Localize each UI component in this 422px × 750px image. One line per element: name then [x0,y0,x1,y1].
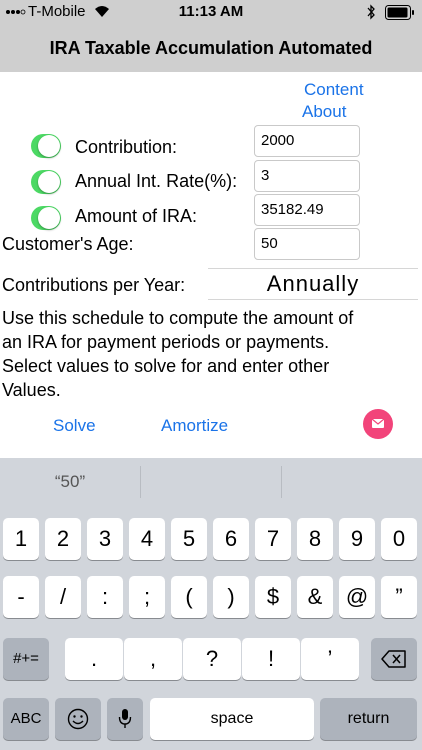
symbols-key[interactable]: #+= [3,638,49,680]
key-quote[interactable]: ” [381,576,417,618]
key-at[interactable]: @ [339,576,375,618]
suggestion-divider [281,466,282,498]
key-8[interactable]: 8 [297,518,333,560]
status-bar: T-Mobile 11:13 AM [0,0,422,26]
contribution-label: Contribution: [75,137,178,157]
backspace-key[interactable] [371,638,417,680]
key-comma[interactable]: , [124,638,182,680]
key-2[interactable]: 2 [45,518,81,560]
key-7[interactable]: 7 [255,518,291,560]
key-hyphen[interactable]: - [3,576,39,618]
key-9[interactable]: 9 [339,518,375,560]
key-exclamation[interactable]: ! [242,638,300,680]
key-ampersand[interactable]: & [297,576,333,618]
email-button[interactable] [363,409,393,439]
description-line: an IRA for payment periods or payments. [2,332,330,352]
contribution-field[interactable]: 2000 [254,125,360,157]
amount-field[interactable]: 35182.49 [254,194,360,226]
key-6[interactable]: 6 [213,518,249,560]
abc-key[interactable]: ABC [3,698,49,740]
key-period[interactable]: . [65,638,123,680]
description-line: Values. [2,380,61,400]
rate-label: Annual Int. Rate(%): [75,171,238,191]
key-semicolon[interactable]: ; [129,576,165,618]
toggle-knob [38,135,60,157]
description-line: Use this schedule to compute the amount … [2,308,354,328]
key-0[interactable]: 0 [381,518,417,560]
solve-button[interactable]: Solve [53,416,96,436]
per-year-value: Annually [266,271,360,296]
amount-label: Amount of IRA: [75,206,198,226]
bluetooth-icon [367,4,375,20]
per-year-picker[interactable]: Annually [208,268,418,300]
key-question[interactable]: ? [183,638,241,680]
key-apostrophe[interactable]: ’ [301,638,359,680]
backspace-icon [381,650,406,668]
age-label: Customer's Age: [2,234,134,254]
key-3[interactable]: 3 [87,518,123,560]
emoji-key[interactable] [55,698,101,740]
page-title: IRA Taxable Accumulation Automated [49,38,373,58]
suggestion-bar: “50” [0,458,422,506]
key-dollar[interactable]: $ [255,576,291,618]
status-time: 11:13 AM [178,3,244,20]
key-slash[interactable]: / [45,576,81,618]
envelope-icon [371,418,385,428]
emoji-icon [67,708,89,730]
key-open-paren[interactable]: ( [171,576,207,618]
microphone-icon [118,709,132,728]
space-key[interactable]: space [150,698,314,740]
amount-toggle[interactable] [31,206,61,230]
key-5[interactable]: 5 [171,518,207,560]
age-field[interactable]: 50 [254,228,360,260]
key-colon[interactable]: : [87,576,123,618]
description: Use this schedule to compute the amount … [2,306,412,402]
description-line: Select values to solve for and enter oth… [2,356,330,376]
contribution-toggle[interactable] [31,134,61,158]
suggestion-item[interactable]: “50” [0,472,140,492]
content-link[interactable]: Content [304,80,364,100]
dictation-key[interactable] [107,698,143,740]
key-close-paren[interactable]: ) [213,576,249,618]
key-1[interactable]: 1 [3,518,39,560]
nav-bar: IRA Taxable Accumulation Automated [0,26,422,72]
battery-icon [385,5,414,20]
suggestion-divider [140,466,141,498]
toggle-knob [38,171,60,193]
about-link[interactable]: About [302,102,346,122]
rate-field[interactable]: 3 [254,160,360,192]
toggle-knob [38,207,60,229]
rate-toggle[interactable] [31,170,61,194]
amortize-button[interactable]: Amortize [161,416,228,436]
key-4[interactable]: 4 [129,518,165,560]
return-key[interactable]: return [320,698,417,740]
keyboard: “50” 1 2 3 4 5 6 7 8 9 0 - / : ; ( ) $ &… [0,458,422,750]
per-year-label: Contributions per Year: [2,275,186,295]
